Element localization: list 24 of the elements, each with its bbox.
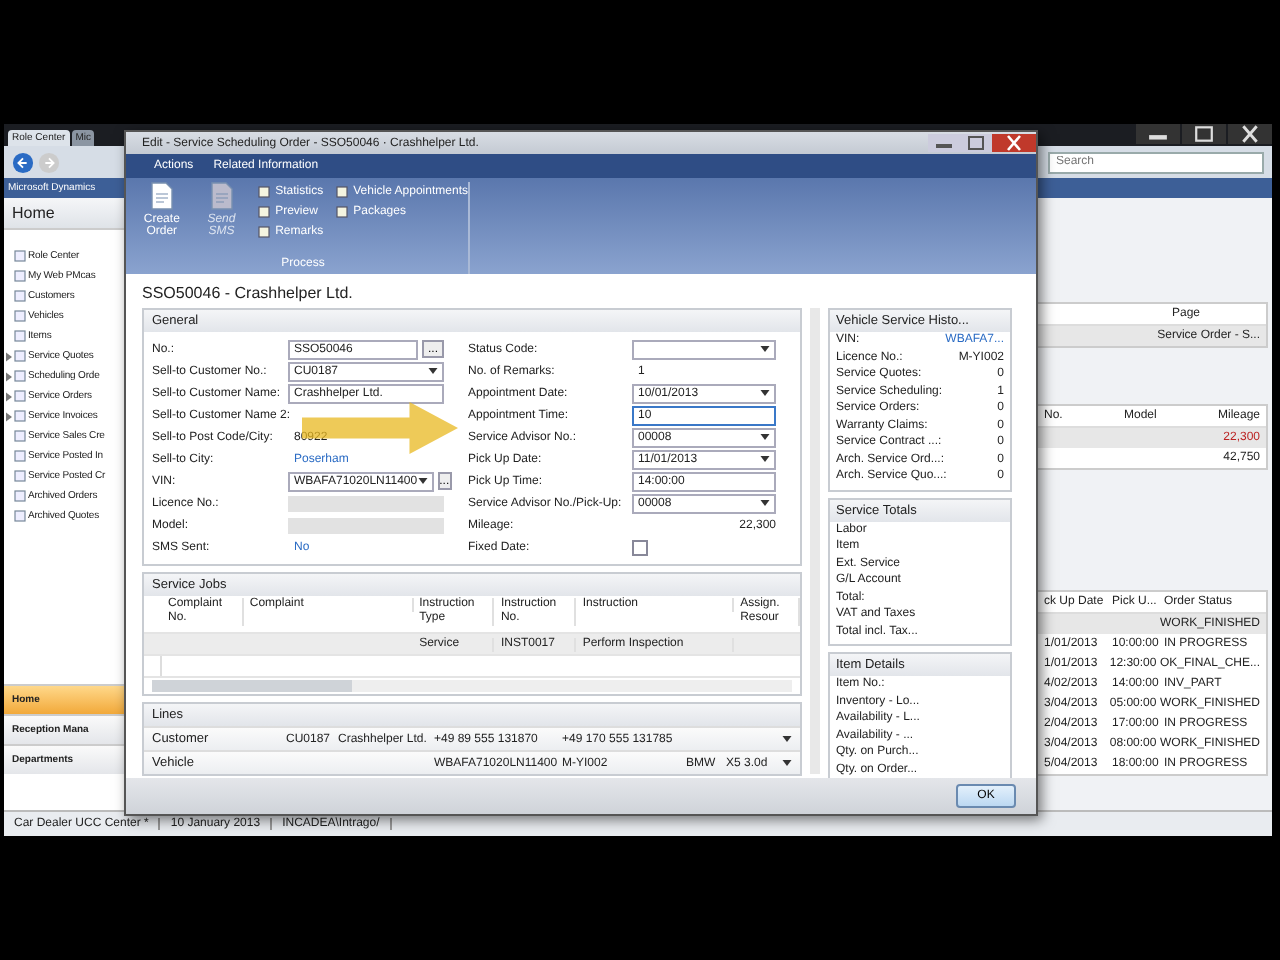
page-title: Home [4, 198, 124, 230]
minimize-icon[interactable] [928, 134, 960, 152]
caret-icon[interactable] [782, 760, 792, 766]
close-icon[interactable] [1228, 124, 1272, 144]
expand-arrow-icon[interactable] [6, 371, 12, 381]
back-icon[interactable] [12, 151, 34, 173]
checkbox[interactable] [632, 539, 648, 555]
caret-icon [428, 368, 438, 374]
record-title: SSO50046 - Crashhelper Ltd. [126, 274, 1036, 308]
expand-arrow-icon[interactable] [6, 391, 12, 401]
caret-icon [417, 478, 428, 484]
minimize-icon[interactable] [1136, 124, 1180, 144]
close-icon[interactable] [992, 134, 1036, 152]
expand-arrow-icon[interactable] [6, 351, 12, 361]
caret-icon [760, 456, 770, 462]
caret-icon [760, 390, 770, 396]
maximize-icon[interactable] [960, 134, 992, 152]
expand-arrow-icon[interactable] [6, 411, 12, 421]
caret-icon [760, 434, 770, 440]
scrollbar[interactable] [152, 680, 792, 692]
caret-icon [760, 500, 770, 506]
maximize-icon[interactable] [1182, 124, 1226, 144]
caret-icon [760, 346, 770, 352]
caret-icon[interactable] [782, 736, 792, 742]
